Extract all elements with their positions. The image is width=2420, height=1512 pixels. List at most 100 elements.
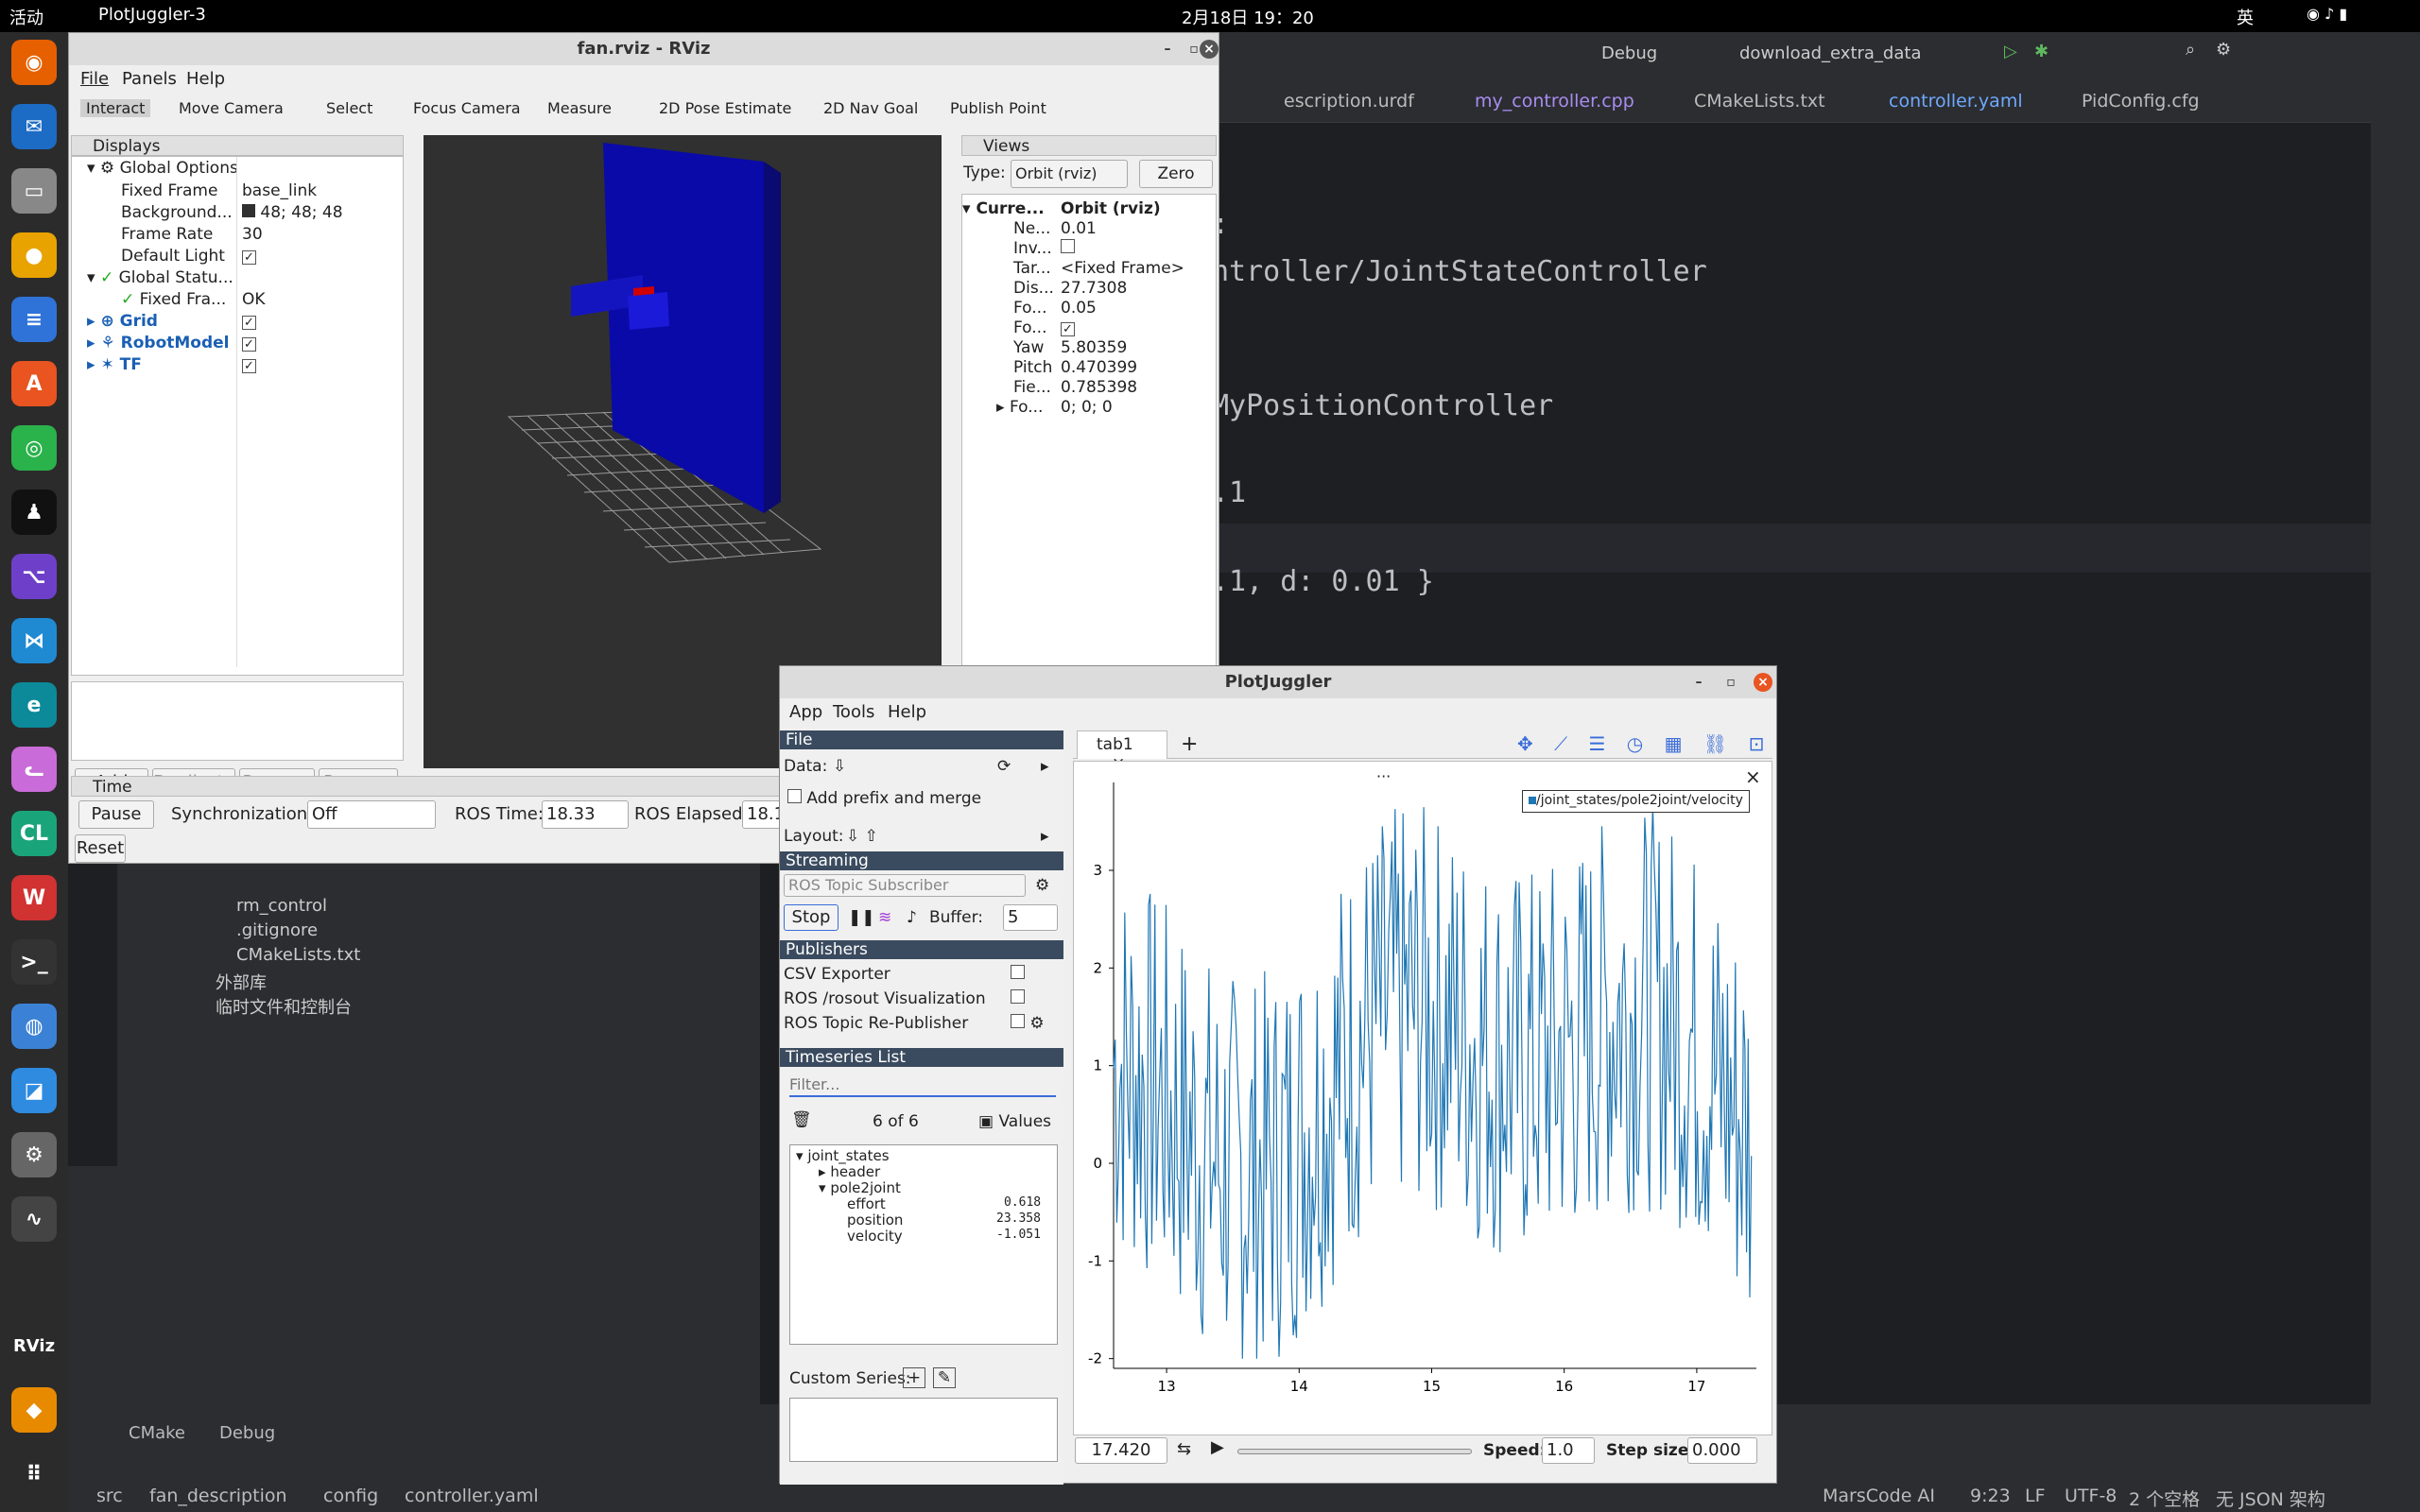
vscode-icon[interactable]: ⋈ [11, 618, 57, 663]
github-icon[interactable]: ⌥ [11, 554, 57, 599]
display-row[interactable]: ▾ ✓ Global Statu... [87, 268, 233, 287]
terminal-icon[interactable]: >_ [11, 939, 57, 985]
view-prop[interactable]: Tar... [1013, 259, 1051, 278]
tab-cmakelists[interactable]: CMakeLists.txt [1694, 91, 1825, 112]
checkbox[interactable]: ✓ [242, 247, 256, 266]
clock[interactable]: 2月18日 19：20 [1182, 5, 1314, 29]
menu-file[interactable]: File [80, 69, 109, 89]
view-prop[interactable]: Yaw [1013, 338, 1044, 357]
gear-icon[interactable]: ⚙ [1035, 876, 1049, 895]
view-value[interactable]: 5.80359 [1061, 338, 1127, 357]
breadcrumb[interactable]: controller.yaml [405, 1486, 539, 1506]
more-icon[interactable]: ▸ [1041, 827, 1049, 846]
display-row[interactable]: Fixed Frame [121, 181, 217, 200]
pause-button[interactable]: Pause [78, 800, 154, 829]
prefix-checkbox[interactable]: Add prefix and merge [787, 789, 981, 808]
app-icon[interactable]: ◪ [11, 1068, 57, 1113]
series-row[interactable]: position [847, 1211, 903, 1228]
view-prop[interactable]: Ne... [1013, 219, 1050, 238]
menu-tools[interactable]: Tools [833, 702, 874, 722]
view-value[interactable]: <Fixed Frame> [1061, 259, 1184, 278]
view-value[interactable]: 27.7308 [1061, 279, 1127, 298]
publish-point-tool[interactable]: Publish Point [950, 99, 1046, 117]
view-type-select[interactable]: Orbit (rviz) [1011, 160, 1128, 188]
debug-icon[interactable]: ✱ [2034, 42, 2048, 61]
sync-select[interactable]: Off [307, 800, 436, 829]
zero-button[interactable]: Zero [1139, 160, 1213, 188]
bell-icon[interactable]: ♪ [907, 908, 917, 927]
tree-item[interactable]: 临时文件和控制台 [216, 994, 352, 1019]
move-camera-tool[interactable]: Move Camera [179, 99, 284, 117]
breadcrumb[interactable]: config [323, 1486, 378, 1506]
files-icon[interactable]: ▭ [11, 168, 57, 214]
display-row[interactable]: ▸ ✶ TF [87, 355, 142, 374]
qq-icon[interactable]: ♟ [11, 490, 57, 535]
wps-icon[interactable]: W [11, 875, 57, 920]
time-slider[interactable] [1237, 1449, 1472, 1454]
menu-help[interactable]: Help [186, 69, 225, 89]
view-value[interactable]: 0.01 [1061, 219, 1097, 238]
thunderbird-icon[interactable]: ✉ [11, 104, 57, 149]
series-row[interactable]: ▸ header [819, 1163, 880, 1180]
display-row[interactable]: ▸ ⚘ RobotModel [87, 334, 230, 352]
breadcrumb[interactable]: fan_description [149, 1486, 287, 1506]
plotjuggler-icon[interactable]: ∿ [11, 1196, 57, 1242]
more-icon[interactable]: ▸ [1041, 757, 1049, 776]
publisher-item[interactable]: CSV Exporter [784, 965, 890, 984]
status-item[interactable]: MarsCode AI [1823, 1486, 1935, 1506]
checkbox[interactable] [1011, 989, 1025, 1008]
checkbox[interactable]: ⚙ [1011, 1014, 1045, 1033]
run-config-select[interactable]: Debug [1601, 43, 1657, 63]
close-icon[interactable]: × [1754, 673, 1772, 692]
software-icon[interactable]: A [11, 361, 57, 406]
status-item[interactable]: LF [2025, 1486, 2046, 1506]
display-value[interactable]: 30 [242, 225, 263, 244]
pause-icon[interactable]: ❚❚ [848, 908, 875, 927]
series-row[interactable]: effort [847, 1195, 886, 1212]
edit-series-icon[interactable]: ✎ [933, 1367, 956, 1388]
clion-icon[interactable]: CL [11, 811, 57, 856]
layers-icon[interactable]: ◆ [11, 1387, 57, 1433]
tab-controller-yaml[interactable]: controller.yaml [1889, 91, 2023, 112]
view-prop[interactable]: Fo... [1013, 299, 1047, 318]
buffer-input[interactable]: 5 [1003, 904, 1058, 931]
view-value[interactable]: Orbit (rviz) [1061, 199, 1161, 218]
pj-titlebar[interactable]: PlotJuggler – ▫ × [780, 666, 1776, 698]
checkbox[interactable] [1061, 239, 1075, 258]
values-checkbox[interactable]: ▣ Values [978, 1112, 1051, 1131]
cmake-tab[interactable]: CMake [129, 1423, 185, 1443]
display-value[interactable]: OK [242, 290, 266, 309]
reload-icon[interactable]: ⟳ [997, 757, 1011, 776]
debug-tab[interactable]: Debug [219, 1423, 275, 1443]
interact-tool[interactable]: Interact [80, 99, 151, 117]
wifi-icon[interactable]: ◉ ♪ ▮ [2307, 5, 2347, 23]
close-icon[interactable]: × [1200, 40, 1219, 59]
minimize-icon[interactable]: – [1158, 40, 1177, 59]
load-layout-icon[interactable]: ⇩ ⇧ [846, 827, 878, 846]
pose-estimate-tool[interactable]: 2D Pose Estimate [659, 99, 791, 117]
display-row[interactable]: Frame Rate [121, 225, 213, 244]
search-icon[interactable]: ⌕ [2186, 40, 2195, 60]
series-row[interactable]: ▾ pole2joint [819, 1179, 901, 1196]
ros-time-field[interactable]: 18.33 [542, 800, 629, 829]
view-prop[interactable]: Dis... [1013, 279, 1054, 298]
checkbox[interactable]: ✓ [242, 355, 256, 374]
view-value[interactable]: 0; 0; 0 [1061, 398, 1113, 417]
checkbox[interactable] [1011, 965, 1025, 984]
writer-icon[interactable]: ≡ [11, 297, 57, 342]
display-row[interactable]: Background... [121, 203, 233, 222]
view-value[interactable]: 0.785398 [1061, 378, 1137, 397]
target-select[interactable]: download_extra_data [1739, 43, 1921, 63]
tab-my-controller[interactable]: my_controller.cpp [1475, 91, 1634, 112]
step-input[interactable]: 0.000 [1687, 1437, 1757, 1464]
publisher-item[interactable]: ROS Topic Re-Publisher [784, 1014, 968, 1033]
view-prop[interactable]: Fie... [1013, 378, 1051, 397]
load-data-icon[interactable]: ⇩ [833, 757, 846, 776]
select-tool[interactable]: Select [326, 99, 372, 117]
menu-panels[interactable]: Panels [122, 69, 177, 89]
view-prop[interactable]: Pitch [1013, 358, 1052, 377]
nav-goal-tool[interactable]: 2D Nav Goal [823, 99, 918, 117]
view-prop[interactable]: Fo... [1013, 318, 1047, 337]
breadcrumb[interactable]: src [96, 1486, 123, 1506]
run-icon[interactable]: ▷ [2004, 42, 2017, 61]
